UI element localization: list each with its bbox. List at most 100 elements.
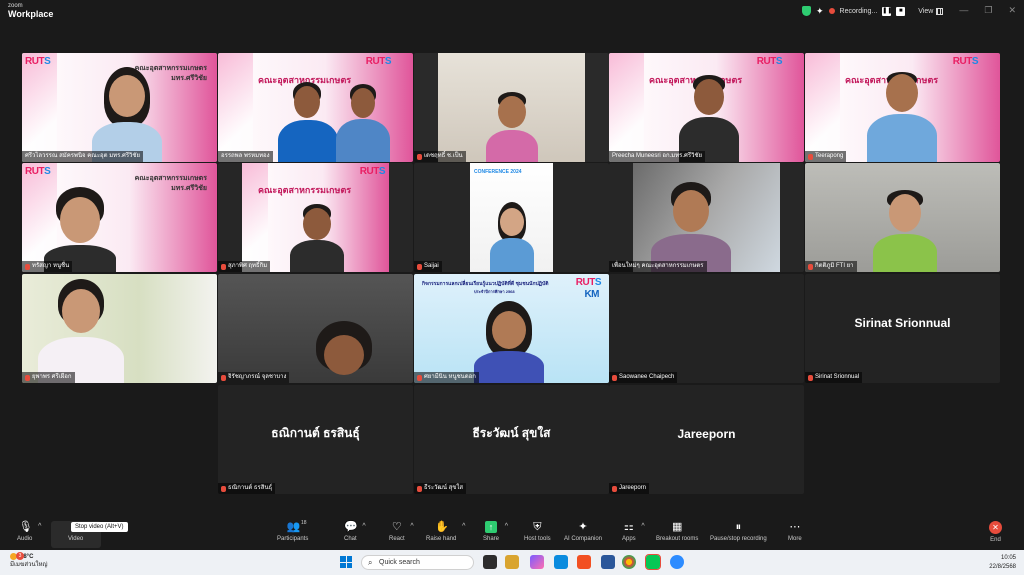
mic-muted-icon [808,153,813,160]
taskbar-search[interactable]: ⌕ Quick search [361,555,474,570]
mic-muted-icon [417,263,422,270]
participants-icon: 👥 [286,521,301,533]
participant-tile[interactable]: RUTS คณะอุตสาหกรรมเกษตร Teerapong [805,53,1000,162]
participant-name: เดชฤทธิ์ ช.เป็น [414,151,466,162]
react-options-caret[interactable]: ^ [410,523,413,530]
ai-sparkle-icon[interactable]: ✦ [816,6,824,17]
participant-tile[interactable]: CONFERENCE 2024 Saijai [414,163,609,272]
participant-tile[interactable]: RUTS คณะอุตสาหกรรมเกษตร มทร.ศรีวิชัย ทรั… [22,163,217,272]
chat-button[interactable]: 💬 Chat ^ [344,521,366,542]
participant-name: ยุพาพร ศรีเผือก [22,372,75,383]
participant-person [336,84,390,162]
participant-name: สุภาพิศ ฤทธิ์กิม [218,261,271,272]
chrome-icon[interactable] [622,555,636,569]
participant-tile[interactable]: กิจกรรมการแลกเปลี่ยนเรียนรู้แนวปฏิบัติที… [414,274,609,383]
pause-stop-icon: ⏸ [735,521,742,533]
participant-tile[interactable]: RUTS คณะอุตสาหกรรมเกษตร Preecha Muneesri… [609,53,804,162]
end-button[interactable]: ✕ End [989,521,1002,543]
participant-tile[interactable]: ธณิกานต์ ธรสินธุ์ ธณิกานต์ ธรสินธุ์ [218,385,413,494]
participant-tile[interactable]: เพื่อนใหม่ๆ คณะอุตสาหกรรมเกษตร [609,163,804,272]
share-options-caret[interactable]: ^ [505,523,508,530]
react-button[interactable]: ♡ React ^ [389,521,414,542]
participant-tile[interactable]: ธีระวัฒน์ สุขใส ธีระวัฒน์ สุขใส [414,385,609,494]
chat-options-caret[interactable]: ^ [362,523,365,530]
pause-recording-button[interactable]: ⏸ Pause/stop recording [710,521,767,542]
video-feed: กิจกรรมการแลกเปลี่ยนเรียนรู้แนวปฏิบัติที… [414,274,609,383]
participant-name: เพื่อนใหม่ๆ คณะอุตสาหกรรมเกษตร [609,261,707,272]
rut-logo: RUTS [25,56,51,67]
participant-person [278,82,338,162]
participant-person [474,301,544,383]
faculty-short-banner: มทร.ศรีวิชัย [171,75,207,82]
participant-display-name: Jareeporn [677,426,736,441]
clock-date: 22/8/2568 [989,564,1016,570]
mic-muted-icon [417,374,422,381]
minimize-icon[interactable]: — [959,5,968,16]
audio-options-caret[interactable]: ^ [38,523,41,530]
line-app-icon[interactable] [645,554,661,570]
security-shield-icon[interactable] [802,6,811,16]
participant-tile[interactable]: เดชฤทธิ์ ช.เป็น [414,53,609,162]
participant-tile[interactable]: RUTS คณะอุตสาหกรรมเกษตร อรรถพล พรหมทอง [218,53,413,162]
rut-logo: RUTS [365,56,392,67]
conference-banner: CONFERENCE 2024 [474,169,522,175]
title-bar: zoom Workplace ✦ Recording... ❚❚ ■ View … [0,0,1024,22]
km-logo: KM [584,289,599,300]
raise-hand-options-caret[interactable]: ^ [462,523,465,530]
apps-button[interactable]: ⚏ Apps ^ [622,521,645,542]
participant-tile[interactable]: ยุพาพร ศรีเผือก [22,274,217,383]
mic-muted-icon [221,374,226,381]
system-clock[interactable]: 10:05 22/8/2568 [989,554,1016,572]
participant-tile[interactable]: Jareeporn Jareeporn [609,385,804,494]
store-icon[interactable] [577,555,591,569]
windows-start-icon[interactable] [340,556,352,568]
weather-widget[interactable]: 3 28°C มีเมฆส่วนใหญ่ [10,552,48,569]
zoom-app-icon[interactable] [670,555,684,569]
sparkle-icon: ✦ [578,521,588,533]
apps-icon: ⚏ [623,521,634,533]
pause-recording-icon[interactable]: ❚❚ [882,6,892,16]
raise-hand-button[interactable]: ✋ Raise hand ^ [426,521,465,542]
participant-tile[interactable]: RUTS คณะอุตสาหกรรมเกษตร มทร.ศรีวิชัย ศรี… [22,53,217,162]
more-button[interactable]: ⋯ More [788,521,802,542]
mic-muted-icon [25,374,30,381]
apps-options-caret[interactable]: ^ [641,523,644,530]
mic-muted-icon [808,374,813,381]
mic-muted-icon [221,485,226,492]
ai-companion-button[interactable]: ✦ AI Companion [564,521,602,542]
participant-name: ธณิกานต์ ธรสินธุ์ [218,483,276,494]
video-feed [22,274,217,383]
participant-tile[interactable]: กิตติภูมิ FTI ยา [805,163,1000,272]
participant-tile[interactable]: จิรัชญาภรณ์ จุลชาบาง [218,274,413,383]
participant-person [38,279,124,383]
share-button[interactable]: ↑ Share ^ [483,521,508,542]
host-tools-button[interactable]: ⛨ Host tools [524,521,551,542]
file-explorer-icon[interactable] [505,555,519,569]
participant-tile[interactable]: RUTS คณะอุตสาหกรรมเกษตร สุภาพิศ ฤทธิ์กิม [218,163,413,272]
participant-tile[interactable]: Sirinat Srionnual Sirinat Srionnual [805,274,1000,383]
participant-tile[interactable]: Saowanee Chaipech [609,274,804,383]
mic-muted-icon [612,374,617,381]
zoom-logo: zoom Workplace [8,3,53,19]
participant-name: Saijai [414,261,442,272]
mic-muted-icon [221,263,226,270]
video-feed: CONFERENCE 2024 [470,163,553,272]
view-button[interactable]: View [918,7,944,15]
task-view-icon[interactable] [483,555,497,569]
video-tooltip: Stop video (Alt+V) [71,522,128,532]
shield-icon: ⛨ [533,521,542,533]
mic-muted-icon [417,153,422,160]
copilot-icon[interactable] [530,555,544,569]
audio-button[interactable]: 🎙 Audio ^ [17,521,41,542]
video-feed: RUTS คณะอุตสาหกรรมเกษตร [805,53,1000,162]
edge-icon[interactable] [554,555,568,569]
close-icon[interactable]: ✕ [1008,5,1016,16]
maximize-icon[interactable]: ❐ [984,5,992,16]
stop-recording-icon[interactable]: ■ [896,6,906,16]
breakout-rooms-button[interactable]: ▦ Breakout rooms [656,521,698,542]
rut-logo: RUTS [359,166,386,177]
participants-button[interactable]: 👥 18 Participants [277,520,308,542]
word-icon[interactable] [601,555,615,569]
participant-name: จิรัชญาภรณ์ จุลชาบาง [218,372,290,383]
faculty-short-banner: มทร.ศรีวิชัย [171,185,207,192]
